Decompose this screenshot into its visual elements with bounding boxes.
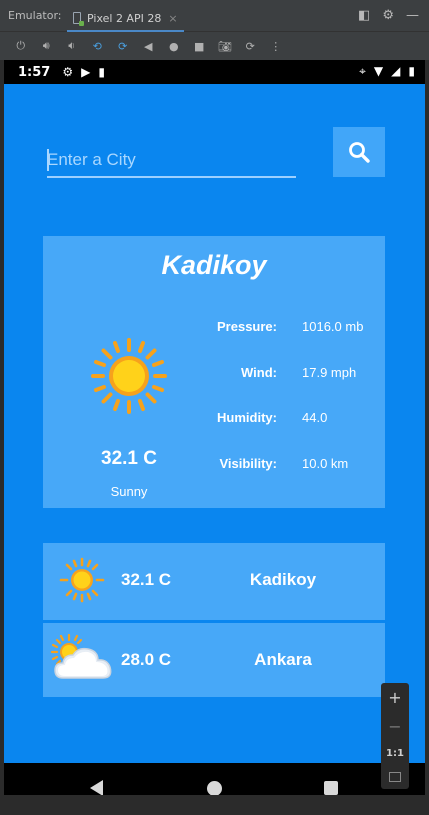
detail-row-visibility: Visibility: 10.0 km (193, 456, 383, 476)
phone-screen: 1:57 ⚙ ▶ ▮ ⌖ ▼ ◢ ▮ Kadikoy (4, 60, 425, 795)
history-city: Kadikoy (249, 570, 317, 589)
snapshot-icon[interactable]: ⟳ (238, 36, 264, 56)
close-tab-icon[interactable]: × (168, 12, 177, 25)
emulator-tabbar: Emulator: Pixel 2 API 28 × ◧ ⚙ — (0, 0, 429, 32)
emulator-bottom-strip (0, 795, 429, 815)
zoom-fit-icon[interactable] (389, 772, 401, 783)
detail-value: 44.0 (302, 410, 328, 425)
sd-card-icon: ▮ (98, 65, 105, 79)
detail-label: Pressure: (217, 319, 277, 334)
history-item[interactable]: 32.1 C Kadikoy (43, 543, 385, 620)
overview-icon[interactable]: ■ (187, 36, 213, 56)
minimize-icon[interactable]: — (406, 8, 419, 23)
detail-row-pressure: Pressure: 1016.0 mb (193, 319, 383, 339)
battery-icon: ▮ (408, 64, 415, 78)
window-mode-icon[interactable]: ◧ (358, 8, 370, 23)
volume-down-icon[interactable]: 🔉︎ (59, 36, 85, 56)
search-button[interactable] (333, 127, 385, 177)
current-temperature: 32.1 C (101, 448, 157, 469)
partly-cloudy-icon (50, 633, 112, 679)
emulator-toolbar: ⏻ 🔊︎ 🔉︎ ⟲ ⟳ ◀ ● ■ 📷︎ ⟳ ⋮ (0, 32, 429, 60)
search-row (47, 127, 385, 183)
zoom-in-button[interactable]: + (388, 689, 401, 706)
current-city-name: Kadikoy (161, 250, 267, 280)
status-time: 1:57 (18, 64, 51, 80)
emulator-tab-pixel2[interactable]: Pixel 2 API 28 × (67, 6, 184, 32)
detail-label: Humidity: (217, 410, 277, 425)
detail-row-wind: Wind: 17.9 mph (193, 365, 383, 385)
detail-value: 10.0 km (302, 456, 349, 471)
zoom-controls: + − 1:1 (381, 683, 409, 789)
zoom-out-button[interactable]: − (388, 718, 401, 735)
home-icon[interactable]: ● (161, 36, 187, 56)
signal-icon: ◢ (391, 64, 401, 78)
text-cursor (47, 149, 49, 171)
phone-device-icon (73, 12, 84, 26)
camera-icon[interactable]: 📷︎ (212, 36, 238, 56)
history-city: Ankara (254, 650, 312, 669)
wifi-icon: ▼ (373, 64, 384, 78)
zoom-actual-size-button[interactable]: 1:1 (386, 748, 404, 759)
volume-up-icon[interactable]: 🔊︎ (34, 36, 60, 56)
detail-label: Wind: (241, 365, 277, 380)
rotate-left-icon[interactable]: ⟲ (85, 36, 111, 56)
android-nav-bar (4, 763, 425, 795)
settings-icon: ⚙ (62, 65, 74, 79)
detail-label: Visibility: (219, 456, 277, 471)
nav-recents-icon[interactable] (324, 781, 338, 795)
back-icon[interactable]: ◀ (136, 36, 162, 56)
location-icon: ⌖ (359, 64, 366, 78)
power-icon[interactable]: ⏻ (8, 36, 34, 56)
current-weather-card: Kadikoy 32.1 C Sunny Pressure: 1016.0 mb… (43, 236, 385, 508)
rotate-right-icon[interactable]: ⟳ (110, 36, 136, 56)
sun-icon (91, 338, 167, 414)
current-condition: Sunny (110, 484, 148, 499)
search-icon (349, 142, 370, 163)
detail-value: 1016.0 mb (302, 319, 364, 334)
emulator-tab-title: Pixel 2 API 28 (87, 11, 162, 25)
city-search-input[interactable] (47, 144, 296, 178)
nav-back-icon[interactable] (90, 780, 103, 795)
more-icon[interactable]: ⋮ (263, 36, 289, 56)
nav-home-icon[interactable] (207, 781, 222, 795)
emulator-label: Emulator: (8, 9, 62, 22)
history-temperature: 32.1 C (121, 570, 172, 589)
detail-row-humidity: Humidity: 44.0 (193, 410, 383, 430)
sun-icon (59, 557, 105, 603)
history-temperature: 28.0 C (121, 650, 172, 669)
detail-value: 17.9 mph (302, 365, 357, 380)
settings-gear-icon[interactable]: ⚙ (382, 8, 394, 23)
history-item[interactable]: 28.0 C Ankara (43, 623, 385, 697)
status-bar: 1:57 ⚙ ▶ ▮ ⌖ ▼ ◢ ▮ (4, 60, 425, 84)
play-protect-icon: ▶ (81, 65, 91, 79)
